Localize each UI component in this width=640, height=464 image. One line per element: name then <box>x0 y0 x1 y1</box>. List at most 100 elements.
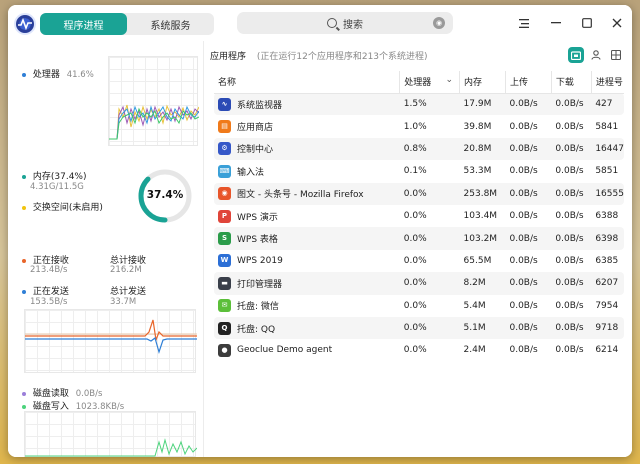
process-memory-cell: 39.8M <box>463 121 492 132</box>
control-center-icon: ⚙ <box>218 142 231 156</box>
process-upload-cell: 0.0B/s <box>505 272 552 295</box>
process-summary: (正在运行12个应用程序和213个系统进程) <box>256 52 428 62</box>
table-row[interactable]: ⌨ 输入法 0.1% 53.3M 0.0B/s 0.0B/s 5851 <box>214 160 624 182</box>
process-upload-cell: 0.0B/s <box>509 255 538 266</box>
process-memory-cell: 8.2M <box>459 272 506 295</box>
disk-write-legend-dot <box>22 404 26 409</box>
memory-label: 内存(37.4%) <box>32 172 87 182</box>
send-total-label: 总计发送 <box>110 287 147 297</box>
disk-read-label: 磁盘读取 <box>32 389 69 399</box>
table-row[interactable]: ▤ 应用商店 1.0% 39.8M 0.0B/s 0.0B/s 5841 <box>214 115 624 137</box>
search-placeholder: 搜索 <box>343 19 363 31</box>
process-pid-cell: 16555 <box>591 182 624 205</box>
disk-read-rate: 0.0B/s <box>75 389 103 399</box>
process-cpu-cell: 0.8% <box>399 137 460 161</box>
column-memory[interactable]: 内存 <box>459 71 506 94</box>
process-download-cell: 0.0B/s <box>555 211 584 222</box>
search-input[interactable]: 搜索 ◉ <box>237 12 453 34</box>
swap-label: 交换空间(未启用) <box>32 203 103 213</box>
process-cpu-cell: 0.0% <box>399 182 460 205</box>
table-row[interactable]: W WPS 2019 0.0% 65.5M 0.0B/s 0.0B/s 6385 <box>214 250 624 272</box>
user-processes-icon[interactable] <box>588 47 604 63</box>
tab-services[interactable]: 系统服务 <box>127 13 214 35</box>
process-cpu-cell: 0.0% <box>399 272 460 295</box>
menu-icon[interactable] <box>516 15 532 31</box>
process-memory-cell: 20.8M <box>459 137 506 161</box>
resource-panel: 处理器 41.6% 内存(37.4%) 4.31G/11.5G 交换空间(未启用… <box>8 41 204 457</box>
process-upload-cell: 0.0B/s <box>509 166 538 177</box>
printer-icon: ▬ <box>218 276 231 290</box>
column-name[interactable]: 名称 <box>214 71 401 94</box>
column-upload[interactable]: 上传 <box>505 71 552 94</box>
process-name-cell: P WPS 演示 <box>214 205 400 227</box>
network-chart <box>24 309 197 373</box>
table-row[interactable]: ⚙ 控制中心 0.8% 20.8M 0.0B/s 0.0B/s 16447 <box>214 137 624 161</box>
process-cpu-cell: 0.0% <box>403 255 427 266</box>
app-logo-icon <box>14 13 36 35</box>
process-download-cell: 0.0B/s <box>551 272 592 295</box>
process-header: 应用程序 (正在运行12个应用程序和213个系统进程) <box>210 49 428 62</box>
column-pid[interactable]: 进程号 <box>591 71 624 94</box>
column-cpu[interactable]: 处理器 ⌄ <box>399 71 461 94</box>
process-upload-cell: 0.0B/s <box>505 227 552 250</box>
process-pid-cell: 7954 <box>595 300 619 311</box>
process-download-cell: 0.0B/s <box>551 182 592 205</box>
close-icon[interactable] <box>609 15 625 31</box>
maximize-icon[interactable] <box>579 15 595 31</box>
process-name-cell: ◉ 图文 - 头条号 - Mozilla Firefox <box>214 182 400 205</box>
table-row[interactable]: ▬ 打印管理器 0.0% 8.2M 0.0B/s 0.0B/s 6207 <box>214 272 624 295</box>
all-processes-icon[interactable] <box>608 47 624 63</box>
view-filter-buttons <box>568 47 624 63</box>
cpu-label: 处理器 <box>32 70 60 80</box>
process-memory-cell: 5.4M <box>463 300 486 311</box>
process-pid-cell: 427 <box>591 93 624 116</box>
wps-spreadsheet-icon: S <box>218 232 231 246</box>
table-row[interactable]: S WPS 表格 0.0% 103.2M 0.0B/s 0.0B/s 6398 <box>214 227 624 250</box>
process-name: WPS 表格 <box>237 235 278 246</box>
process-cpu-cell: 0.0% <box>403 211 427 222</box>
table-row[interactable]: ✉ 托盘: 微信 0.0% 5.4M 0.0B/s 0.0B/s 7954 <box>214 295 624 317</box>
qq-icon: Q <box>218 321 231 335</box>
process-memory-cell: 2.4M <box>463 345 486 356</box>
process-memory-cell: 103.4M <box>463 211 498 222</box>
process-download-cell: 0.0B/s <box>551 137 592 161</box>
process-download-cell: 0.0B/s <box>555 345 584 356</box>
process-name-cell: ⚙ 控制中心 <box>214 137 400 161</box>
system-monitor-icon: ∿ <box>218 97 231 111</box>
send-label: 正在发送 <box>32 287 69 297</box>
process-memory-cell: 5.1M <box>459 316 506 340</box>
table-row[interactable]: P WPS 演示 0.0% 103.4M 0.0B/s 0.0B/s 6388 <box>214 205 624 227</box>
process-cpu-cell: 1.0% <box>403 121 427 132</box>
process-memory-cell: 17.9M <box>459 93 506 116</box>
process-upload-cell: 0.0B/s <box>505 182 552 205</box>
process-name: WPS 演示 <box>237 212 278 223</box>
table-row[interactable]: ◉ 图文 - 头条号 - Mozilla Firefox 0.0% 253.8M 0.0… <box>214 182 624 205</box>
firefox-icon: ◉ <box>218 187 231 201</box>
wps-presentation-icon: P <box>218 209 231 223</box>
column-download[interactable]: 下载 <box>551 71 592 94</box>
process-name: 输入法 <box>237 167 265 178</box>
location-pin-icon: ● <box>218 343 231 357</box>
memory-ring: 37.4% <box>136 167 194 225</box>
minimize-icon[interactable] <box>548 15 564 31</box>
process-name: 托盘: QQ <box>237 324 276 335</box>
voice-input-icon[interactable]: ◉ <box>433 17 445 29</box>
process-cpu-cell: 1.5% <box>399 93 460 116</box>
wps-icon: W <box>218 254 231 268</box>
app-view-icon[interactable] <box>568 47 584 63</box>
process-upload-cell: 0.0B/s <box>509 345 538 356</box>
title-bar: 程序进程 系统服务 搜索 ◉ <box>8 5 632 41</box>
process-name-cell: ✉ 托盘: 微信 <box>214 295 400 317</box>
memory-label-row: 内存(37.4%) <box>22 169 87 182</box>
recv-rate: 213.4B/s <box>30 265 68 275</box>
process-table-body: ∿ 系统监视器 1.5% 17.9M 0.0B/s 0.0B/s 427 ▤ 应用商店 1.0% 3… <box>214 93 624 362</box>
process-pid-cell: 5841 <box>595 121 619 132</box>
table-row[interactable]: ● Geoclue Demo agent 0.0% 2.4M 0.0B/s 0.0B/s 6… <box>214 339 624 361</box>
process-download-cell: 0.0B/s <box>555 166 584 177</box>
table-row[interactable]: Q 托盘: QQ 0.0% 5.1M 0.0B/s 0.0B/s 9718 <box>214 316 624 340</box>
swap-label-row: 交换空间(未启用) <box>22 200 103 213</box>
tab-processes[interactable]: 程序进程 <box>40 13 127 35</box>
process-pid-cell: 6214 <box>595 345 619 356</box>
table-row[interactable]: ∿ 系统监视器 1.5% 17.9M 0.0B/s 0.0B/s 427 <box>214 93 624 116</box>
process-name-cell: ⌨ 输入法 <box>214 160 400 182</box>
